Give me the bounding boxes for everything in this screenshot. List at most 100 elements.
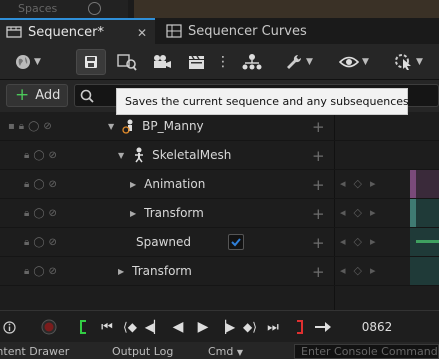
jump-to-end-button[interactable]: ⏭︎ [265, 319, 281, 335]
track-name: ▶ Animation [94, 170, 335, 198]
keyframe-nav: ◂ ◇ ▸ [340, 264, 408, 278]
playback-start-marker[interactable] [77, 319, 89, 335]
track-row[interactable]: 🔒︎ ◯ ⊘ Spawned + ◂ ◇ ▸ [0, 228, 439, 257]
status-bar: Content Drawer Output Log Cmd ▼ Enter Co… [0, 342, 439, 359]
save-button[interactable] [76, 49, 106, 75]
wrench-icon [287, 54, 302, 69]
next-key-icon[interactable]: ▸ [370, 206, 376, 220]
spawned-checkbox[interactable] [228, 234, 244, 250]
background-text: Spaces [18, 2, 58, 15]
track-row[interactable]: ▪ 🔒︎ ◯ ⊘ ▼ BP_Manny + [0, 112, 439, 141]
track-row[interactable]: 🔒︎ ◯ ⊘ ▶ Transform + ◂ ◇ ▸ [0, 257, 439, 286]
play-reverse-button[interactable]: ◀ [170, 319, 186, 335]
solo-icon[interactable]: ⊘ [49, 266, 57, 277]
add-subtrack-button[interactable]: + [312, 234, 325, 252]
prev-keyframe-icon: ⟨◆ [123, 320, 137, 334]
lock-icon[interactable]: 🔒︎ [19, 121, 24, 132]
solo-icon[interactable]: ⊘ [43, 121, 51, 132]
playback-end-marker[interactable] [294, 319, 306, 335]
next-key-icon[interactable]: ▸ [370, 264, 376, 278]
render-movie-button[interactable] [185, 49, 209, 75]
play-button[interactable]: ▶ [195, 319, 211, 335]
camera-icon [154, 55, 171, 68]
loop-mode-button[interactable] [313, 319, 333, 335]
track-label: BP_Manny [142, 119, 204, 133]
add-key-icon[interactable]: ◇ [354, 177, 362, 191]
add-subtrack-button[interactable]: + [312, 205, 325, 223]
track-row[interactable]: 🔒︎ ◯ ⊘ ▶ Transform + ◂ ◇ ▸ [0, 199, 439, 228]
mute-icon[interactable]: ◯ [33, 208, 44, 219]
track-controls: 🔒︎ ◯ ⊘ [0, 257, 94, 285]
prev-key-icon[interactable]: ◂ [340, 177, 346, 191]
add-track-button[interactable]: + Add [6, 84, 68, 107]
track-row[interactable]: 🔒︎ ◯ ⊘ ▶ Animation + ◂ ◇ ▸ [0, 170, 439, 199]
next-key-button[interactable]: ◆⟩ [240, 319, 260, 335]
add-key-icon[interactable]: ◇ [354, 235, 362, 249]
mute-icon[interactable]: ◯ [33, 150, 44, 161]
record-icon [41, 319, 57, 335]
solo-icon[interactable]: ⊘ [49, 208, 57, 219]
collapse-arrow-icon[interactable]: ▼ [118, 151, 124, 160]
selection-settings-button[interactable]: ▼ [388, 49, 428, 75]
tab-sequencer-curves[interactable]: Sequencer Curves [160, 18, 340, 44]
prev-key-icon[interactable]: ◂ [340, 235, 346, 249]
prev-key-icon[interactable]: ◂ [340, 264, 346, 278]
lock-icon[interactable]: 🔒︎ [24, 208, 29, 219]
lock-icon[interactable]: 🔒︎ [24, 150, 29, 161]
close-icon[interactable]: ✕ [137, 26, 147, 40]
find-asset-button[interactable] [114, 49, 140, 75]
content-drawer-button[interactable]: Content Drawer [0, 345, 69, 358]
lock-icon[interactable]: 🔒︎ [24, 237, 29, 248]
tab-sequencer[interactable]: Sequencer* ✕ [0, 18, 155, 44]
current-frame-display[interactable]: 0862 [345, 317, 409, 337]
view-options-button[interactable]: ▼ [334, 49, 374, 75]
lock-icon[interactable]: 🔒︎ [24, 179, 29, 190]
mute-icon[interactable]: ◯ [33, 266, 44, 277]
more-options-button[interactable]: ⋮ [216, 49, 230, 75]
record-button[interactable] [40, 319, 58, 335]
pin-icon[interactable]: ▪ [8, 121, 15, 132]
solo-icon[interactable]: ⊘ [49, 150, 57, 161]
timeline-section[interactable] [410, 228, 439, 256]
add-subtrack-button[interactable]: + [312, 118, 325, 136]
timeline-section[interactable] [410, 199, 439, 227]
cmd-dropdown[interactable]: Cmd ▼ [208, 345, 243, 358]
prev-key-button[interactable]: ⟨◆ [120, 319, 140, 335]
timeline-section[interactable] [410, 170, 439, 198]
add-subtrack-button[interactable]: + [312, 263, 325, 281]
timeline-section[interactable] [410, 257, 439, 285]
camera-button[interactable] [150, 49, 174, 75]
expand-arrow-icon[interactable]: ▶ [130, 209, 136, 218]
prev-key-icon[interactable]: ◂ [340, 206, 346, 220]
solo-icon[interactable]: ⊘ [49, 237, 57, 248]
next-key-icon[interactable]: ▸ [370, 235, 376, 249]
mute-icon[interactable]: ◯ [28, 121, 39, 132]
curves-icon [166, 24, 182, 38]
mute-icon[interactable]: ◯ [33, 179, 44, 190]
expand-arrow-icon[interactable]: ▶ [130, 180, 136, 189]
output-log-button[interactable]: Output Log [112, 345, 173, 358]
hierarchy-button[interactable] [238, 49, 266, 75]
tools-button[interactable]: ▼ [280, 49, 318, 75]
step-forward-button[interactable]: ▕▶ [217, 319, 235, 335]
play-reverse-icon: ◀ [172, 319, 184, 335]
track-label: Animation [144, 177, 206, 191]
solo-icon[interactable]: ⊘ [49, 179, 57, 190]
console-command-input[interactable]: Enter Console Command [294, 344, 439, 359]
track-row[interactable]: 🔒︎ ◯ ⊘ ▼ SkeletalMesh + [0, 141, 439, 170]
expand-arrow-icon[interactable]: ▶ [118, 267, 124, 276]
track-label: SkeletalMesh [152, 148, 232, 162]
add-subtrack-button[interactable]: + [312, 147, 325, 165]
info-button[interactable] [2, 319, 16, 335]
add-subtrack-button[interactable]: + [312, 176, 325, 194]
collapse-arrow-icon[interactable]: ▼ [108, 122, 114, 131]
jump-to-start-button[interactable]: ⏮︎ [99, 319, 115, 335]
mute-icon[interactable]: ◯ [33, 237, 44, 248]
lock-icon[interactable]: 🔒︎ [24, 266, 29, 277]
add-key-icon[interactable]: ◇ [354, 206, 362, 220]
add-key-icon[interactable]: ◇ [354, 264, 362, 278]
next-key-icon[interactable]: ▸ [370, 177, 376, 191]
step-back-button[interactable]: ◀▏ [145, 319, 163, 335]
world-button[interactable]: ▼ [8, 49, 48, 75]
save-tooltip: Saves the current sequence and any subse… [116, 88, 409, 115]
